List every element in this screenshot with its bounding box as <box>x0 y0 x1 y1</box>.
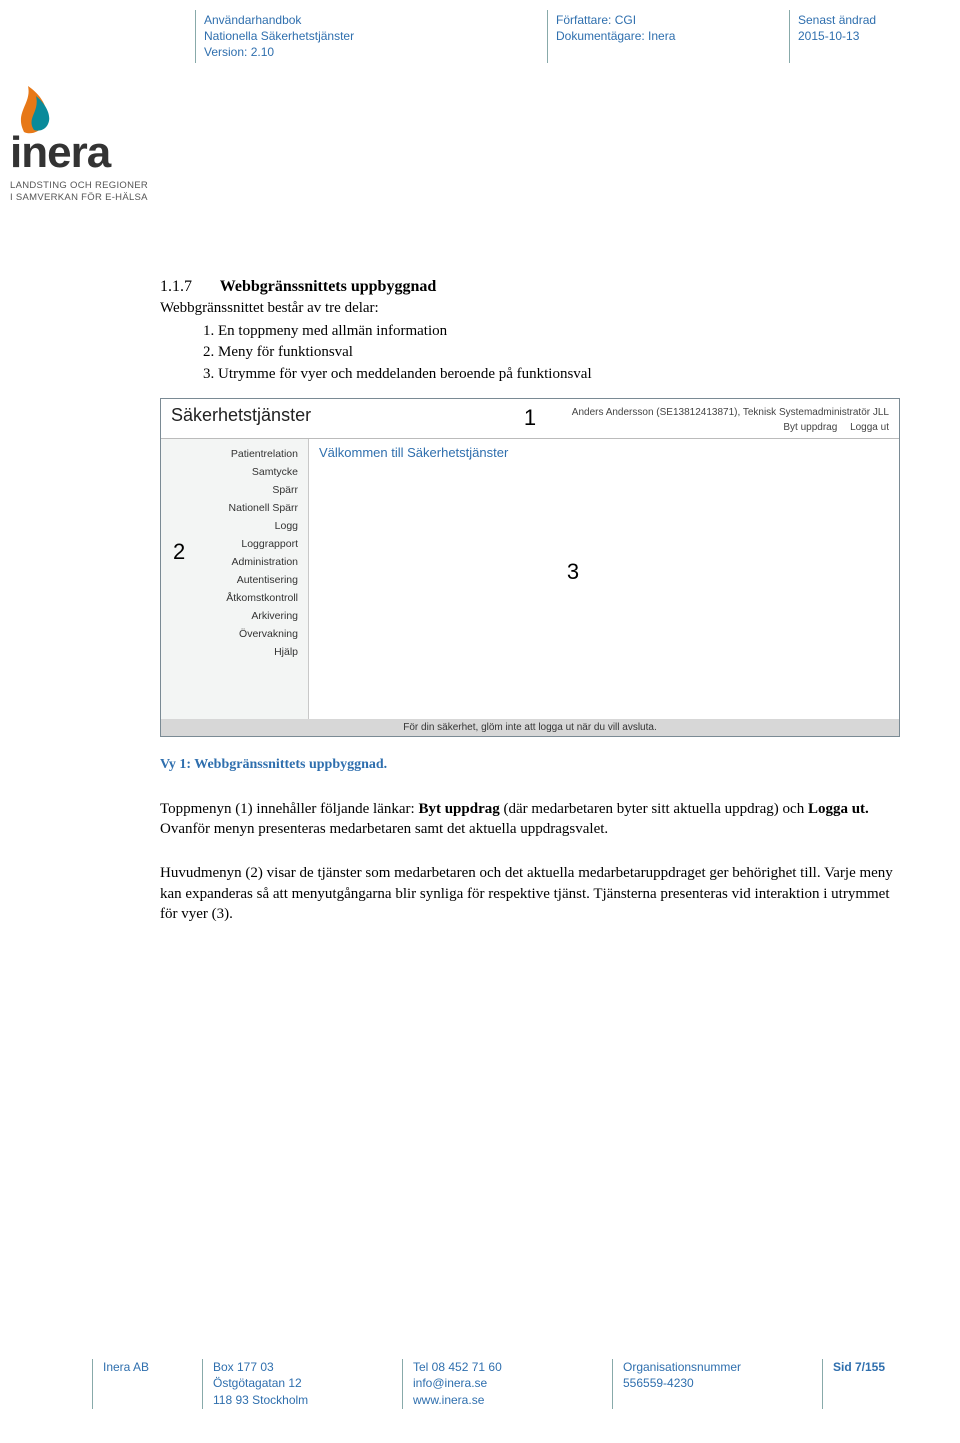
footer-company: Inera AB <box>92 1359 202 1409</box>
section-heading: 1.1.7 Webbgränssnittets uppbyggnad <box>160 278 900 296</box>
footer-contact: Tel 08 452 71 60 info@inera.se www.inera… <box>402 1359 612 1409</box>
sidebar-item[interactable]: Nationell Spärr <box>161 499 308 517</box>
sidebar-item[interactable]: Övervakning <box>161 625 308 643</box>
doc-title-block: Användarhandbok Nationella Säkerhetstjän… <box>195 10 535 63</box>
footer-page: Sid 7/155 <box>822 1359 928 1409</box>
sidebar-item[interactable]: Arkivering <box>161 607 308 625</box>
app-footer-hint: För din säkerhet, glöm inte att logga ut… <box>161 719 899 736</box>
annotation-3: 3 <box>567 559 579 585</box>
paragraph-1: Toppmenyn (1) innehåller följande länkar… <box>160 799 900 840</box>
section-list: En toppmeny med allmän information Meny … <box>218 321 900 384</box>
section-title: Webbgränssnittets uppbyggnad <box>220 278 437 295</box>
doc-header: Användarhandbok Nationella Säkerhetstjän… <box>195 10 950 63</box>
footer-orgnr: Organisationsnummer 556559-4230 <box>612 1359 822 1409</box>
doc-owner: Dokumentägare: Inera <box>556 28 769 44</box>
sidebar-item[interactable]: Logg <box>161 517 308 535</box>
annotation-1: 1 <box>524 405 536 431</box>
main-view-area: Välkommen till Säkerhetstjänster <box>309 439 899 719</box>
flame-icon <box>10 72 56 134</box>
doc-changed-block: Senast ändrad 2015-10-13 <box>789 10 909 63</box>
doc-changed-date: 2015-10-13 <box>798 28 901 44</box>
sidebar-item[interactable]: Samtycke <box>161 463 308 481</box>
list-item: Utrymme för vyer och meddelanden beroend… <box>218 364 900 384</box>
doc-author-block: Författare: CGI Dokumentägare: Inera <box>547 10 777 63</box>
doc-subtitle: Nationella Säkerhetstjänster <box>204 28 527 44</box>
figure-caption: Vy 1: Webbgränssnittets uppbyggnad. <box>160 757 900 773</box>
annotation-2: 2 <box>173 539 185 565</box>
list-item: En toppmeny med allmän information <box>218 321 900 341</box>
doc-changed-label: Senast ändrad <box>798 12 901 28</box>
list-item: Meny för funktionsval <box>218 342 900 362</box>
sidebar-item[interactable]: Hjälp <box>161 643 308 661</box>
switch-assignment-link[interactable]: Byt uppdrag <box>783 422 837 433</box>
user-info-block: Anders Andersson (SE13812413871), Teknis… <box>572 405 889 435</box>
doc-title: Användarhandbok <box>204 12 527 28</box>
logo-tagline: LANDSTING OCH REGIONER I SAMVERKAN FÖR E… <box>10 180 150 204</box>
sidebar-item[interactable]: Autentisering <box>161 571 308 589</box>
sidebar-item[interactable]: Åtkomstkontroll <box>161 589 308 607</box>
page-footer: Inera AB Box 177 03 Östgötagatan 12 118 … <box>92 1359 940 1409</box>
ui-screenshot: Säkerhetstjänster Anders Andersson (SE13… <box>160 398 900 737</box>
section-number: 1.1.7 <box>160 278 216 296</box>
doc-version: Version: 2.10 <box>204 44 527 60</box>
sidebar: Patientrelation Samtycke Spärr Nationell… <box>161 439 309 719</box>
section-intro: Webbgränssnittet består av tre delar: <box>160 300 900 317</box>
sidebar-item[interactable]: Patientrelation <box>161 445 308 463</box>
sidebar-item[interactable]: Spärr <box>161 481 308 499</box>
user-info: Anders Andersson (SE13812413871), Teknis… <box>572 405 889 420</box>
content-body: 1.1.7 Webbgränssnittets uppbyggnad Webbg… <box>160 278 900 948</box>
app-title: Säkerhetstjänster <box>171 405 311 426</box>
logout-link[interactable]: Logga ut <box>850 422 889 433</box>
footer-address: Box 177 03 Östgötagatan 12 118 93 Stockh… <box>202 1359 402 1409</box>
logo: inera LANDSTING OCH REGIONER I SAMVERKAN… <box>10 72 150 204</box>
paragraph-2: Huvudmenyn (2) visar de tjänster som med… <box>160 863 900 924</box>
logo-text: inera <box>10 128 150 178</box>
welcome-heading: Välkommen till Säkerhetstjänster <box>309 439 899 466</box>
doc-author: Författare: CGI <box>556 12 769 28</box>
